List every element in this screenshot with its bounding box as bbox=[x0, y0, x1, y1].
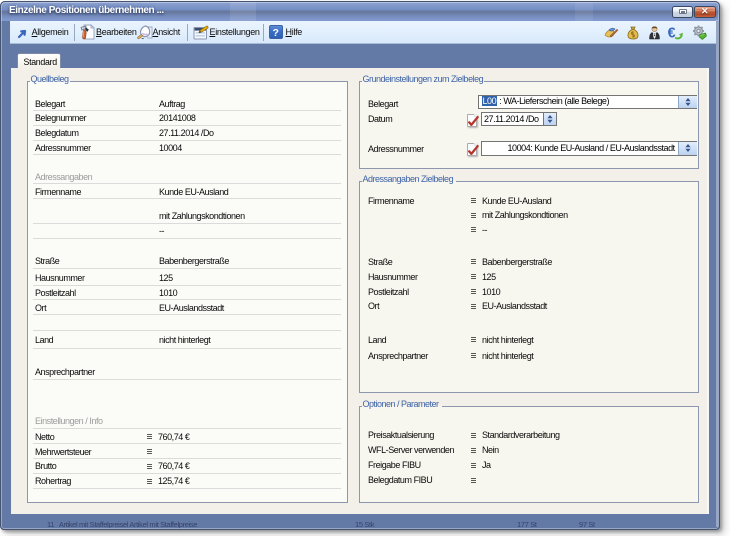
svg-text:€: € bbox=[668, 25, 676, 41]
